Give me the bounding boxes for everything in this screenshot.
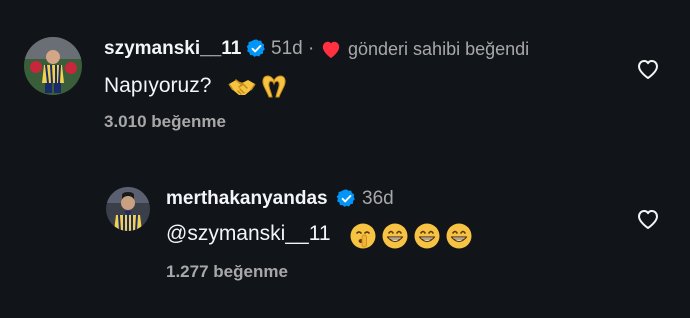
comment-time[interactable]: 36d [362,188,394,210]
heart-outline-icon[interactable] [636,58,660,85]
player-photo-icon [24,37,82,95]
verified-badge-icon [246,38,267,64]
avatar[interactable] [106,187,150,231]
separator-dot: · [308,38,315,59]
shushing-face-emoji [349,222,377,255]
comment-username[interactable]: szymanski__11 [104,38,241,60]
heart-outline-icon[interactable] [636,208,660,235]
grinning-face-emoji [445,222,473,255]
comment-text: Napıyoruz? [104,74,212,97]
like-count[interactable]: 3.010 beğenme [104,112,226,132]
grinning-face-emoji [381,222,409,255]
avatar[interactable] [24,37,82,95]
comment-username[interactable]: merthakanyandas [166,188,328,210]
comment-time[interactable]: 51d [271,38,303,60]
grinning-face-emoji [413,222,441,255]
heart-hands-emoji [259,71,289,106]
heart-filled-icon [320,39,342,64]
comment-reply-item: merthakanyandas 36d @szymanski__11 1.277… [0,150,690,318]
verified-badge-icon [336,188,357,214]
handshake-emoji [227,72,257,105]
liked-by-author-label: gönderi sahibi beğendi [348,39,530,59]
comment-item: szymanski__11 51d · gönderi sahibi beğen… [0,0,690,150]
like-count[interactable]: 1.277 beğenme [166,262,288,282]
player-photo-icon [106,187,150,231]
comment-text[interactable]: @szymanski__11 [166,222,331,246]
